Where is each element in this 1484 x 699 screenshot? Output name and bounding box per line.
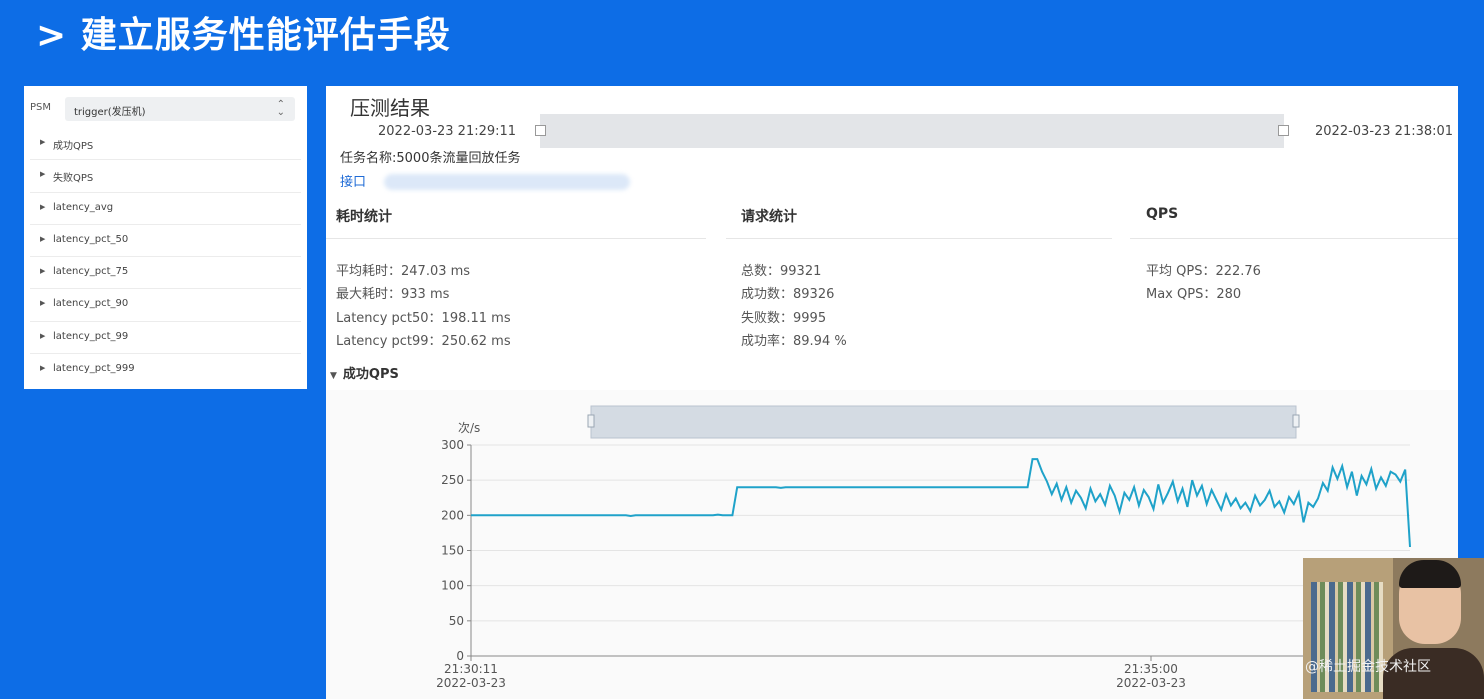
success-qps-toggle[interactable]: ▼ 成功QPS [330, 363, 399, 382]
result-title: 压测结果 [350, 96, 430, 120]
psm-select[interactable]: trigger(发压机) ⌃ ⌄ [65, 97, 295, 121]
psm-label: PSM [30, 102, 52, 113]
metric-item-label: latency_pct_75 [53, 266, 129, 278]
triangle-right-icon: ▶ [40, 138, 46, 146]
updown-caret-icon: ⌃ ⌄ [276, 99, 285, 118]
success-qps-toggle-label: 成功QPS [342, 367, 399, 382]
time-range-end-handle[interactable] [1278, 125, 1289, 136]
y-tick-label: 250 [441, 473, 464, 487]
metric-list: ▶ 成功QPS ▶ 失败QPS ▶ latency_avg ▶ latency_pct_… [24, 128, 307, 386]
triangle-right-icon: ▶ [40, 202, 46, 211]
zoom-handle-right [1292, 414, 1300, 428]
metric-item-failed-qps[interactable]: ▶ 失败QPS [30, 160, 301, 193]
y-tick-label: 150 [441, 544, 464, 558]
time-range-track[interactable] [540, 114, 1284, 148]
x-tick-label: 21:35:00 [1124, 662, 1178, 676]
interface-link[interactable]: 接口 [340, 171, 366, 190]
qps-chart-svg: 次/s05010015020025030021:30:112022-03-232… [436, 405, 1411, 690]
stat-avg-latency: 平均耗时：247.03 ms [336, 264, 471, 279]
stat-success-rate: 成功率：89.94 % [741, 334, 847, 349]
divider [726, 238, 1112, 239]
success-qps-series-line [471, 458, 1411, 548]
stat-latency-pct99: Latency pct99：250.62 ms [336, 334, 511, 349]
x-tick-label: 21:30:11 [444, 662, 498, 676]
interface-redacted [384, 174, 630, 190]
metric-item-latency-pct-75[interactable]: ▶ latency_pct_75 [30, 257, 301, 290]
metric-item-latency-pct-99[interactable]: ▶ latency_pct_99 [30, 322, 301, 355]
metric-item-latency-pct-999[interactable]: ▶ latency_pct_999 [30, 354, 301, 386]
metric-item-label: latency_pct_999 [53, 363, 135, 375]
stat-total: 总数：99321 [741, 264, 822, 279]
metric-item-label: latency_avg [53, 201, 114, 213]
stat-max-latency: 最大耗时：933 ms [336, 287, 450, 302]
time-range-start-handle[interactable] [535, 125, 546, 136]
metric-item-latency-pct-90[interactable]: ▶ latency_pct_90 [30, 289, 301, 322]
stat-failed-count: 失败数：9995 [741, 311, 827, 326]
y-tick-label: 0 [456, 649, 464, 663]
x-tick-date: 2022-03-23 [1116, 676, 1186, 690]
qps-stats-title: QPS [1146, 206, 1179, 222]
zoom-slider [590, 405, 1297, 439]
y-tick-label: 50 [449, 614, 464, 628]
request-stats-title: 请求统计 [741, 209, 797, 225]
start-time: 2022-03-23 21:29:11 [378, 124, 517, 139]
metric-item-latency-avg[interactable]: ▶ latency_avg [30, 193, 301, 225]
y-tick-label: 200 [441, 508, 464, 522]
task-name: 任务名称:5000条流量回放任务 [340, 151, 521, 166]
metric-item-latency-pct-50[interactable]: ▶ latency_pct_50 [30, 225, 301, 258]
metric-item-label: latency_pct_90 [53, 298, 129, 310]
end-time: 2022-03-23 21:38:01 [1315, 124, 1454, 139]
triangle-right-icon: ▶ [40, 364, 46, 373]
metric-item-label: 成功QPS [53, 141, 94, 152]
psm-row: PSM trigger(发压机) ⌃ ⌄ [24, 97, 307, 121]
y-tick-label: 300 [441, 438, 464, 452]
zoom-handle-left [587, 414, 595, 428]
triangle-down-icon: ▼ [330, 371, 337, 381]
divider [1130, 238, 1458, 239]
metric-sidebar: PSM trigger(发压机) ⌃ ⌄ ▶ 成功QPS ▶ 失败QPS ▶ laten… [24, 86, 307, 389]
y-tick-label: 100 [441, 579, 464, 593]
x-tick-date: 2022-03-23 [436, 676, 506, 690]
qps-chart: 次/s 0 50 100 150 200 250 300 21:30:11 2022-03-23 2… [326, 390, 1458, 699]
stat-success-count: 成功数：89326 [741, 287, 835, 302]
y-axis-label: 次/s [458, 421, 480, 435]
latency-stats-title: 耗时统计 [336, 209, 392, 225]
triangle-right-icon: ▶ [40, 170, 46, 179]
metric-item-label: 失败QPS [53, 173, 94, 185]
triangle-right-icon: ▶ [40, 299, 46, 308]
psm-select-value: trigger(发压机) [74, 107, 146, 118]
webcam-overlay [1303, 558, 1484, 699]
triangle-right-icon: ▶ [40, 331, 46, 340]
slide-title: > 建立服务性能评估手段 [36, 15, 451, 56]
watermark: @稀土掘金技术社区 [1305, 659, 1431, 675]
metric-item-success-qps[interactable]: ▶ 成功QPS [30, 128, 301, 161]
result-panel: 压测结果 2022-03-23 21:29:11 2022-03-23 21:3… [326, 86, 1458, 699]
presenter-hair [1399, 560, 1461, 588]
triangle-right-icon: ▶ [40, 267, 46, 276]
triangle-right-icon: ▶ [40, 234, 46, 243]
stat-avg-qps: 平均 QPS：222.76 [1146, 264, 1261, 279]
stat-latency-pct50: Latency pct50：198.11 ms [336, 311, 511, 326]
metric-item-label: latency_pct_99 [53, 330, 129, 342]
metric-item-label: latency_pct_50 [53, 233, 129, 245]
stat-max-qps: Max QPS：280 [1146, 287, 1242, 302]
divider [326, 238, 706, 239]
